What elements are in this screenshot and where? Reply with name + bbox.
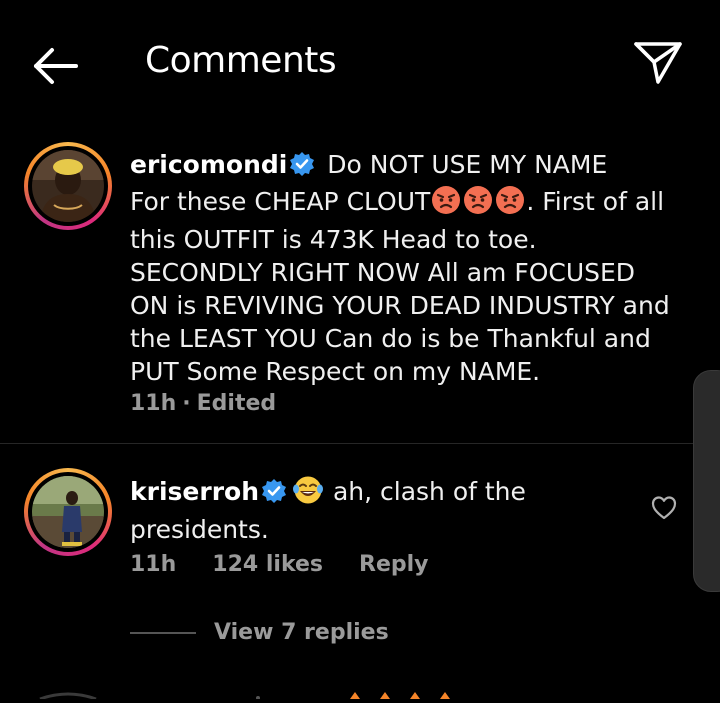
share-button[interactable] [630, 36, 686, 88]
back-button[interactable] [28, 42, 84, 90]
header-bar: Comments [0, 0, 720, 125]
comment-2-body: kriserroh ah, clash of the presidents. [130, 475, 630, 546]
comment-1-username[interactable]: ericomondi [130, 150, 287, 179]
comment-2-time: 11h [130, 552, 177, 577]
comment-2-meta: 11h 124 likes Reply [130, 552, 465, 577]
comment-1-meta: 11h · Edited [130, 391, 277, 416]
scroll-handle[interactable] [693, 370, 720, 592]
verified-badge-icon [261, 478, 287, 512]
verified-badge-icon [289, 151, 315, 185]
avatar-image [32, 476, 104, 548]
paper-plane-icon [634, 42, 682, 84]
divider [0, 443, 720, 444]
angry-face-icon [463, 185, 493, 223]
reply-button[interactable]: Reply [359, 552, 429, 577]
comment-1-text-c: . First [526, 187, 595, 216]
laughing-tears-icon [292, 475, 324, 513]
view-replies-button[interactable]: View 7 replies [214, 620, 389, 645]
page-title: Comments [145, 40, 337, 81]
comment-2-username[interactable]: kriserroh [130, 477, 259, 506]
comment-1-text-a: Do NOT USE MY NAME [327, 150, 608, 179]
comment-1-text-b: For these CHEAP CLOUT [130, 187, 431, 216]
heart-outline-icon [651, 496, 677, 520]
comment-1-time: 11h [130, 391, 177, 416]
next-comment-partial [0, 684, 720, 701]
like-button[interactable] [650, 494, 678, 522]
comment-1-body: ericomondi Do NOT USE MY NAME For these … [130, 148, 670, 388]
comment-1-text-d: of all this OUTFIT is 473K Head to toe. … [130, 187, 670, 386]
arrow-left-icon [34, 48, 78, 84]
avatar-kriserroh[interactable] [24, 468, 112, 556]
angry-face-icon [431, 185, 461, 223]
replies-divider-line [130, 632, 196, 634]
angry-face-icon [495, 185, 525, 223]
comment-1-edited-status: Edited [196, 391, 277, 416]
avatar-image [32, 150, 104, 222]
comment-2-likes[interactable]: 124 likes [212, 552, 323, 577]
avatar-ericomondi[interactable] [24, 142, 112, 230]
